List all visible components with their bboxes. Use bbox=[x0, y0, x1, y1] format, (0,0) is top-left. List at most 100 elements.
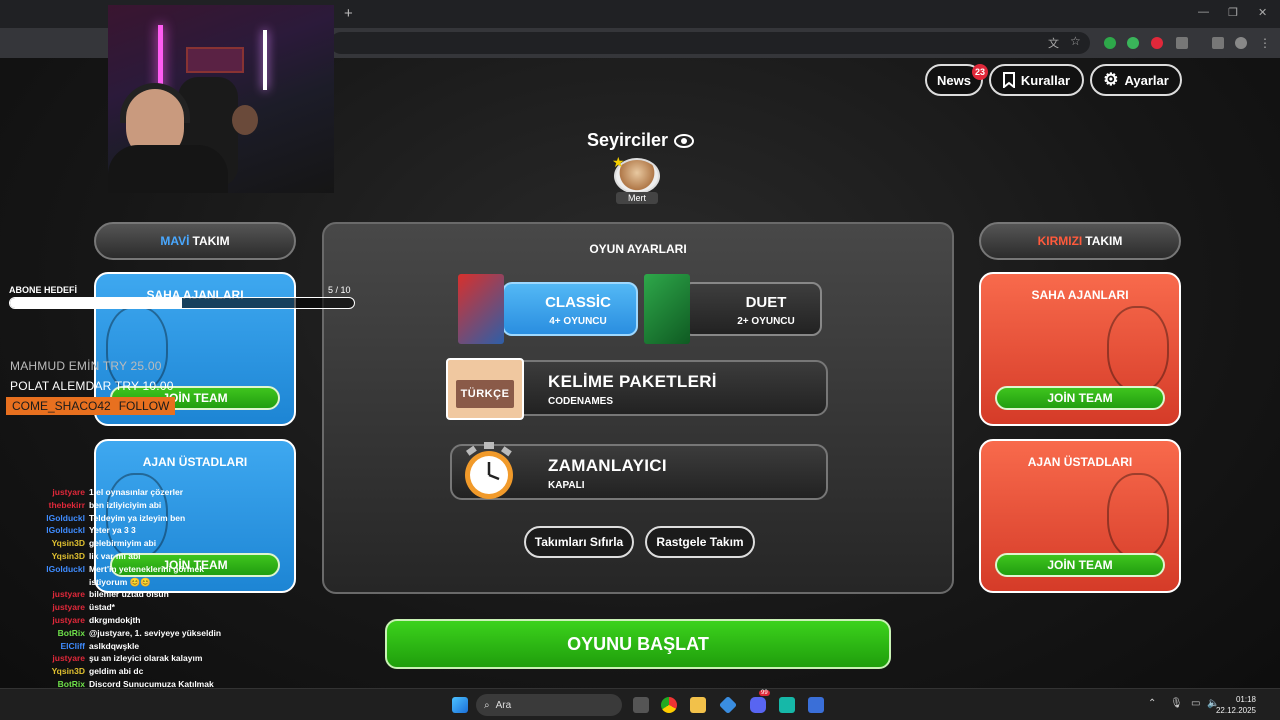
menu-icon[interactable]: ⋮ bbox=[1259, 37, 1271, 49]
red-spymasters-join-button[interactable]: JOİN TEAM bbox=[995, 553, 1165, 577]
chat-message: lGolduckl Mert'in yeteneklerini görmek is… bbox=[0, 563, 300, 589]
mode-classic-players: 4+ OYUNCU bbox=[549, 316, 607, 327]
discord-icon[interactable]: 99 bbox=[750, 690, 770, 713]
file-explorer-icon[interactable] bbox=[690, 697, 706, 713]
timer-button[interactable]: ZAMANLAYICI KAPALI bbox=[450, 442, 828, 500]
word-pack-card: TÜRKÇE bbox=[446, 358, 524, 420]
chat-username: justyare bbox=[52, 653, 85, 664]
chat-username: justyare bbox=[52, 487, 85, 497]
app-icon[interactable] bbox=[718, 695, 738, 715]
translate-icon[interactable]: 文 bbox=[1048, 35, 1059, 51]
profile-icon[interactable] bbox=[1235, 37, 1247, 49]
chat-username: thebekirr bbox=[48, 499, 85, 510]
chat-text: ben izliyiciyim abi bbox=[89, 499, 162, 510]
red-operatives-title: SAHA AJANLARI bbox=[1031, 288, 1129, 302]
webcam-poster bbox=[186, 47, 244, 73]
minimize-icon[interactable]: — bbox=[1198, 6, 1209, 18]
chat-text: geldim abi dc bbox=[89, 666, 144, 677]
red-team-word: TAKIM bbox=[1085, 234, 1123, 248]
blue-spymasters-title: AJAN ÜSTADLARI bbox=[142, 455, 248, 469]
search-icon: ⌕ bbox=[484, 699, 490, 711]
address-input[interactable] bbox=[330, 32, 1090, 54]
windows-start-icon[interactable] bbox=[452, 697, 468, 713]
task-view-icon[interactable] bbox=[633, 697, 649, 713]
mode-duet-name: DUET bbox=[745, 294, 787, 311]
chat-username: Yqsin3D bbox=[51, 550, 85, 561]
donor-line: MAHMUD EMİN TRY 25.00 bbox=[10, 359, 162, 373]
clock-time: 01:18 bbox=[1235, 695, 1256, 704]
word-packs-subtitle: CODENAMES bbox=[548, 396, 614, 407]
blue-team-header: MAVİ TAKIM bbox=[94, 222, 296, 260]
blue-team-word: TAKIM bbox=[192, 234, 230, 248]
red-operatives-card: SAHA AJANLARI JOİN TEAM bbox=[979, 272, 1181, 426]
chat-text: lik var mı abi bbox=[89, 550, 141, 561]
spectators-title-text: Seyirciler bbox=[587, 130, 669, 150]
extension-record-icon[interactable] bbox=[1151, 37, 1163, 49]
mode-classic-name: CLASSİC bbox=[545, 294, 611, 311]
mode-duet-players: 2+ OYUNCU bbox=[737, 316, 795, 327]
red-operatives-join-button[interactable]: JOİN TEAM bbox=[995, 386, 1165, 410]
follower-name: COME_SHACO42 bbox=[12, 399, 111, 413]
app-icon[interactable] bbox=[779, 697, 795, 713]
chat-message: justyare üstad* bbox=[0, 601, 300, 614]
word-pack-language: TÜRKÇE bbox=[456, 380, 514, 408]
chat-text: gelebirmiyim abi bbox=[89, 538, 157, 549]
webcam-streamer-body bbox=[108, 145, 228, 193]
mode-duet-button[interactable]: DUET 2+ OYUNCU bbox=[682, 282, 822, 336]
webcam-overlay bbox=[108, 5, 334, 193]
follow-label: FOLLOW bbox=[118, 399, 170, 413]
maximize-icon[interactable]: ❐ bbox=[1228, 6, 1238, 19]
taskbar-clock[interactable]: 01:18 22.12.2025 bbox=[1216, 694, 1256, 716]
chat-username: BotRix bbox=[57, 627, 85, 638]
reading-list-icon[interactable] bbox=[1212, 37, 1224, 49]
news-button[interactable]: News 23 bbox=[925, 64, 988, 96]
bookmark-star-icon[interactable]: ☆ bbox=[1070, 34, 1081, 48]
close-window-icon[interactable]: ✕ bbox=[1258, 6, 1267, 19]
word-packs-title: KELİME PAKETLERİ bbox=[548, 372, 717, 391]
red-spymasters-title: AJAN ÜSTADLARI bbox=[1027, 455, 1133, 469]
windows-taskbar: ⌕ Ara 99 ⌃ 🎙 ▭ 🔈 01:18 22.12.2025 bbox=[0, 688, 1280, 720]
reset-teams-button[interactable]: Takımları Sıfırla bbox=[524, 526, 634, 558]
chat-text: aslkdqwşkle bbox=[89, 640, 140, 651]
eye-icon bbox=[674, 133, 695, 148]
red-team-header: KIRMIZI TAKIM bbox=[979, 222, 1181, 260]
random-team-button[interactable]: Rastgele Takım bbox=[645, 526, 755, 558]
rules-button[interactable]: Kurallar bbox=[989, 64, 1084, 96]
chat-message: Yqsin3D lik var mı abi bbox=[0, 550, 300, 563]
blue-team-color-word: MAVİ bbox=[160, 234, 190, 248]
chat-text: Yeter ya 3 3 bbox=[89, 525, 136, 536]
start-game-button[interactable]: OYUNU BAŞLAT bbox=[385, 619, 891, 669]
discord-badge: 99 bbox=[759, 690, 770, 696]
duet-box-art bbox=[644, 274, 690, 344]
sub-goal-fill bbox=[10, 298, 182, 308]
mode-classic-button[interactable]: CLASSİC 4+ OYUNCU bbox=[502, 282, 638, 336]
new-tab-button[interactable]: + bbox=[344, 5, 353, 22]
taskbar-search[interactable]: ⌕ Ara bbox=[476, 694, 622, 716]
microphone-icon[interactable]: 🎙 bbox=[1170, 698, 1183, 709]
settings-button[interactable]: ⚙ Ayarlar bbox=[1090, 64, 1182, 96]
chat-text: 1 el oynasınlar çözerler bbox=[89, 487, 184, 497]
chat-text: şu an izleyici olarak kalayım bbox=[89, 653, 203, 664]
clock-date: 22.12.2025 bbox=[1215, 706, 1256, 715]
chat-username: justyare bbox=[52, 614, 85, 625]
app-icon[interactable] bbox=[808, 697, 824, 713]
extension-shield-icon[interactable] bbox=[1104, 37, 1116, 49]
chat-message: lGolduckl Teldeyim ya izleyim ben bbox=[0, 512, 300, 525]
chat-message: BotRix @justyare, 1. seviyeye yükseldin bbox=[0, 627, 300, 640]
chat-username: lGolduckl bbox=[46, 563, 85, 574]
chat-message: justyare şu an izleyici olarak kalayım bbox=[0, 652, 300, 665]
extension-adblock-icon[interactable] bbox=[1127, 37, 1139, 49]
tray-chevron-icon[interactable]: ⌃ bbox=[1148, 698, 1156, 709]
chrome-icon[interactable] bbox=[661, 697, 677, 713]
chat-text: dkrgmdokjth bbox=[89, 614, 141, 625]
taskbar-search-label: Ara bbox=[495, 699, 512, 711]
word-packs-button[interactable]: TÜRKÇE KELİME PAKETLERİ CODENAMES bbox=[446, 358, 828, 420]
chat-username: Yqsin3D bbox=[51, 538, 85, 549]
network-icon[interactable]: ▭ bbox=[1191, 698, 1200, 709]
red-team-color-word: KIRMIZI bbox=[1037, 234, 1083, 248]
spectator-name: Mert bbox=[616, 192, 658, 204]
sub-goal-count: 5 / 10 bbox=[328, 285, 351, 295]
extensions-puzzle-icon[interactable] bbox=[1176, 37, 1188, 49]
webcam-background-person bbox=[232, 105, 258, 135]
chat-message: justyare 1 el oynasınlar çözerler bbox=[0, 486, 300, 499]
